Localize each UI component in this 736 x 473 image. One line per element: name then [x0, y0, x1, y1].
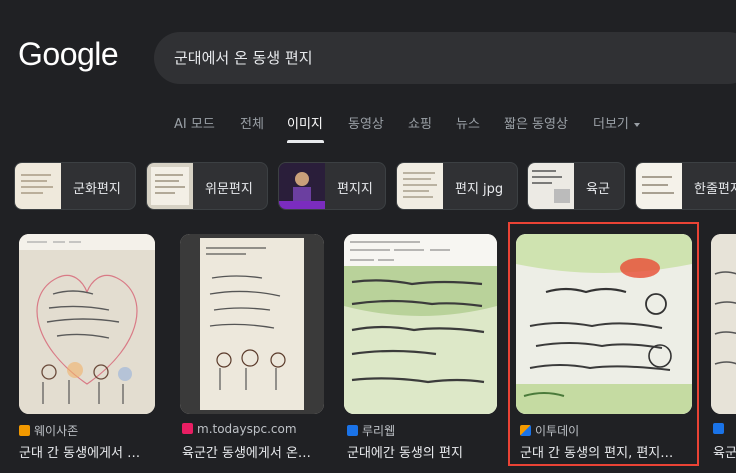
tab-more[interactable]: 더보기 — [593, 113, 640, 132]
tab-shopping[interactable]: 쇼핑 — [408, 113, 432, 132]
result-title[interactable]: 육군 — [713, 442, 736, 461]
chip-thumbnail — [636, 163, 682, 209]
tab-ai-mode[interactable]: AI 모드 — [174, 113, 215, 132]
tab-more-label: 더보기 — [593, 117, 629, 132]
result-image-colorful-letter[interactable] — [516, 234, 692, 414]
result-source[interactable]: 이투데이 — [520, 422, 579, 439]
chip-label: 육군 — [586, 182, 610, 197]
chip-army[interactable]: 육군 — [527, 162, 625, 210]
chip-thumbnail — [279, 163, 325, 209]
chip-thumbnail — [147, 163, 193, 209]
chip-letter-jpg[interactable]: 편지 jpg — [396, 162, 518, 210]
source-name: 웨이사존 — [34, 424, 79, 438]
chip-thumbnail — [15, 163, 61, 209]
chip-thumbnail — [397, 163, 443, 209]
result-image-letter-heart[interactable] — [19, 234, 155, 414]
site-favicon-icon — [713, 423, 724, 434]
chip-label: 위문편지 — [205, 182, 253, 197]
search-tabs: AI 모드 전체 이미지 동영상 쇼핑 뉴스 짧은 동영상 더보기 — [0, 108, 736, 144]
result-title[interactable]: 군대 간 동생에게서 … — [19, 442, 159, 461]
tab-news[interactable]: 뉴스 — [456, 113, 480, 132]
result-source[interactable]: 웨이사존 — [19, 422, 78, 439]
result-title[interactable]: 육군간 동생에게서 온… — [182, 442, 328, 461]
chip-label: 편지 jpg — [455, 182, 504, 197]
header: Google 군대에서 온 동생 편지 — [0, 0, 736, 100]
active-tab-indicator — [287, 140, 324, 143]
site-favicon-icon — [182, 423, 193, 434]
result-image-green-letter[interactable] — [344, 234, 497, 414]
chip-letter-paper[interactable]: 편지지 — [278, 162, 386, 210]
chip-comfort-letter[interactable]: 위문편지 — [146, 162, 268, 210]
tab-all[interactable]: 전체 — [240, 113, 264, 132]
tab-short-videos[interactable]: 짧은 동영상 — [504, 113, 568, 132]
site-favicon-icon — [19, 425, 30, 436]
result-title[interactable]: 군대 간 동생의 편지, 편지… — [520, 442, 692, 461]
chip-label: 한줄편지 — [694, 182, 736, 197]
search-input[interactable]: 군대에서 온 동생 편지 — [174, 47, 313, 68]
related-chips: 군화편지 위문편지 편지지 편지 jpg 육군 한줄편지 — [0, 162, 736, 210]
site-favicon-icon — [520, 425, 531, 436]
google-logo[interactable]: Google — [18, 36, 119, 73]
result-source[interactable]: m.todayspc.com — [182, 422, 297, 436]
search-box[interactable]: 군대에서 온 동생 편지 — [154, 32, 736, 84]
source-name: m.todayspc.com — [197, 422, 297, 436]
result-image-letter-drawing[interactable] — [180, 234, 324, 414]
result-image-partial[interactable] — [711, 234, 736, 414]
result-title[interactable]: 군대에간 동생의 편지 — [347, 442, 497, 461]
chip-label: 편지지 — [337, 182, 373, 197]
result-source[interactable] — [713, 422, 728, 436]
tab-images[interactable]: 이미지 — [287, 113, 323, 132]
tab-videos[interactable]: 동영상 — [348, 113, 384, 132]
site-favicon-icon — [347, 425, 358, 436]
chip-label: 군화편지 — [73, 182, 121, 197]
source-name: 루리웹 — [362, 424, 396, 438]
caret-down-icon — [633, 122, 640, 127]
source-name: 이투데이 — [535, 424, 580, 438]
chip-military-letter[interactable]: 군화편지 — [14, 162, 136, 210]
result-source[interactable]: 루리웹 — [347, 422, 395, 439]
chip-one-line-letter[interactable]: 한줄편지 — [635, 162, 736, 210]
chip-thumbnail — [528, 163, 574, 209]
